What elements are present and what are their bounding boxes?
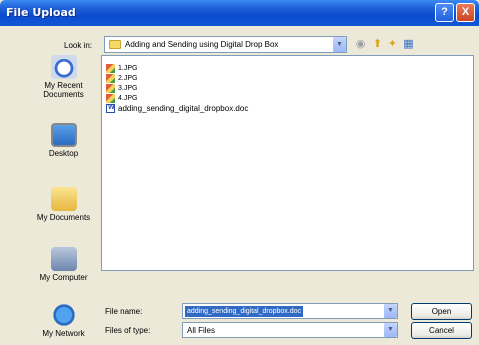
look-in-label: Look in: (64, 41, 93, 50)
image-file-icon (106, 74, 115, 83)
look-in-dropdown[interactable]: Adding and Sending using Digital Drop Bo… (104, 36, 347, 53)
file-name-input[interactable]: adding_sending_digital_dropbox.doc ▼ (182, 303, 398, 319)
file-list[interactable]: 1.JPG 2.JPG 3.JPG 4.JPG adding_sending_d… (101, 55, 474, 271)
place-label: My Network (42, 329, 85, 338)
recent-documents-icon (50, 55, 77, 79)
my-network-icon (50, 303, 77, 327)
chevron-down-icon[interactable]: ▼ (383, 323, 397, 337)
place-my-recent-documents[interactable]: My Recent Documents (30, 55, 97, 99)
my-computer-icon (50, 247, 77, 271)
files-of-type-value: All Files (187, 326, 216, 335)
place-my-documents[interactable]: My Documents (30, 187, 97, 222)
file-name: 4.JPG (118, 95, 138, 102)
image-file-icon (106, 64, 115, 73)
file-name: 1.JPG (118, 65, 138, 72)
image-file-icon (106, 84, 115, 93)
place-label: My Documents (36, 213, 91, 222)
desktop-icon (50, 123, 77, 147)
chevron-down-icon[interactable]: ▼ (383, 304, 397, 318)
back-icon[interactable]: ◉ (354, 38, 367, 51)
places-bar: My Recent Documents Desktop My Documents… (30, 55, 97, 345)
place-my-network[interactable]: My Network (30, 303, 97, 338)
my-documents-icon (50, 187, 77, 211)
place-desktop[interactable]: Desktop (30, 123, 97, 158)
views-menu-icon[interactable]: ▦ (402, 38, 415, 51)
title-bar[interactable]: File Upload ? X (0, 0, 479, 26)
place-label: My Recent Documents (43, 81, 84, 99)
file-name-value: adding_sending_digital_dropbox.doc (185, 306, 304, 317)
file-name: 3.JPG (118, 85, 138, 92)
chevron-down-icon[interactable]: ▼ (332, 37, 346, 52)
dialog-title: File Upload (6, 6, 76, 19)
word-doc-icon (106, 104, 115, 113)
file-upload-dialog: File Upload ? X Look in: Adding and Send… (0, 0, 479, 345)
look-in-value: Adding and Sending using Digital Drop Bo… (125, 40, 279, 49)
open-button[interactable]: Open (411, 303, 472, 320)
place-label: My Computer (39, 273, 88, 282)
image-file-icon (106, 94, 115, 103)
files-of-type-select[interactable]: All Files ▼ (182, 322, 398, 338)
files-of-type-label: Files of type: (105, 326, 151, 335)
cancel-button[interactable]: Cancel (411, 322, 472, 339)
help-button[interactable]: ? (435, 3, 454, 22)
new-folder-icon[interactable]: ✦ (386, 38, 399, 51)
place-my-computer[interactable]: My Computer (30, 247, 97, 282)
close-button[interactable]: X (456, 3, 475, 22)
up-one-level-icon[interactable]: ⬆ (371, 38, 384, 51)
place-label: Desktop (48, 149, 79, 158)
folder-icon (109, 40, 121, 49)
file-name: 2.JPG (118, 75, 138, 82)
file-name-label: File name: (105, 307, 143, 316)
file-name: adding_sending_digital_dropbox.doc (118, 104, 249, 113)
